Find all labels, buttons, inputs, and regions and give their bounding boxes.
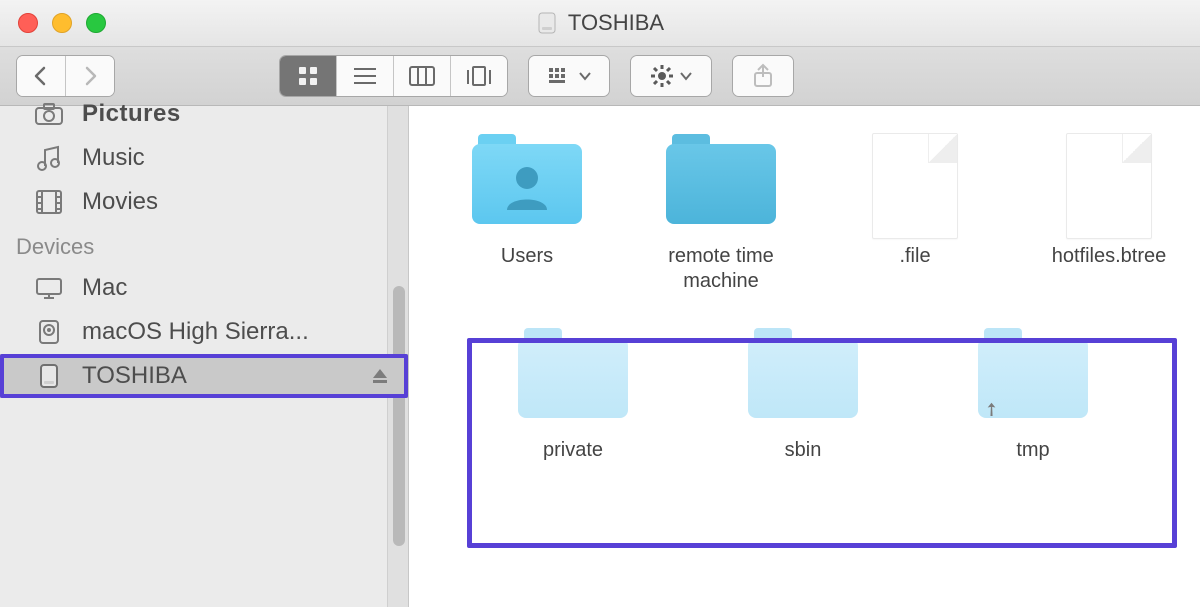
folder-icon: ➚ [973, 332, 1093, 428]
item-label: private [543, 438, 603, 463]
share-group [732, 55, 794, 97]
user-silhouette-icon [499, 160, 555, 216]
item-label: remote time machine [631, 244, 811, 294]
sidebar-item-label: Pictures [82, 100, 394, 128]
window-body: Pictures Music [0, 106, 1200, 607]
sidebar-item-mac[interactable]: Mac [0, 266, 408, 310]
sidebar-item-label: Movies [82, 188, 394, 216]
item-private[interactable]: private [483, 332, 663, 463]
sidebar-item-movies[interactable]: Movies [0, 180, 408, 224]
camera-icon [32, 102, 66, 126]
hdd-icon [32, 318, 66, 346]
file-icon [855, 138, 975, 234]
sidebar-item-label: Mac [82, 274, 394, 302]
content-area[interactable]: Users remote time machine .file [409, 106, 1200, 607]
view-switcher [279, 55, 508, 97]
icon-grid-row2: private sbin ➚ tmp [409, 326, 1200, 463]
sidebar-item-label: TOSHIBA [82, 362, 350, 390]
sidebar-item-label: Music [82, 144, 394, 172]
music-icon [32, 144, 66, 172]
back-button[interactable] [17, 56, 66, 96]
icon-grid-row1: Users remote time machine .file [409, 106, 1200, 326]
item-label: hotfiles.btree [1052, 244, 1167, 269]
item-tmp[interactable]: ➚ tmp [943, 332, 1123, 463]
arrange-group [528, 55, 610, 97]
sidebar: Pictures Music [0, 106, 409, 607]
window-title: TOSHIBA [0, 0, 1200, 46]
folder-icon [467, 138, 587, 234]
nav-buttons [16, 55, 115, 97]
icon-view-button[interactable] [280, 56, 337, 96]
sidebar-item-high-sierra[interactable]: macOS High Sierra... [0, 310, 408, 354]
monitor-icon [32, 276, 66, 300]
sidebar-item-pictures[interactable]: Pictures [0, 92, 408, 136]
item-label: tmp [1016, 438, 1049, 463]
eject-icon[interactable] [366, 366, 394, 386]
item-remote-time-machine[interactable]: remote time machine [631, 138, 811, 294]
item-label: .file [899, 244, 930, 269]
item-dot-file[interactable]: .file [825, 138, 1005, 294]
sidebar-item-music[interactable]: Music [0, 136, 408, 180]
finder-window: TOSHIBA [0, 0, 1200, 607]
share-button[interactable] [733, 56, 793, 96]
column-view-button[interactable] [394, 56, 451, 96]
list-view-button[interactable] [337, 56, 394, 96]
folder-icon [743, 332, 863, 428]
external-drive-icon [32, 362, 66, 390]
sidebar-item-label: macOS High Sierra... [82, 318, 394, 346]
item-label: Users [501, 244, 553, 269]
minimize-window-button[interactable] [52, 13, 72, 33]
item-label: sbin [785, 438, 822, 463]
sidebar-item-toshiba[interactable]: TOSHIBA [0, 354, 408, 398]
window-controls [18, 13, 106, 33]
volume-icon [536, 11, 558, 35]
close-window-button[interactable] [18, 13, 38, 33]
action-button[interactable] [631, 56, 711, 96]
gallery-view-button[interactable] [451, 56, 507, 96]
folder-icon [513, 332, 633, 428]
folder-icon [661, 138, 781, 234]
zoom-window-button[interactable] [86, 13, 106, 33]
forward-button[interactable] [66, 56, 114, 96]
item-sbin[interactable]: sbin [713, 332, 893, 463]
sidebar-section-devices: Devices [0, 224, 408, 266]
film-icon [32, 189, 66, 215]
item-hotfiles-btree[interactable]: hotfiles.btree [1019, 138, 1199, 294]
action-group [630, 55, 712, 97]
file-icon [1049, 138, 1169, 234]
title-bar: TOSHIBA [0, 0, 1200, 47]
arrange-button[interactable] [529, 56, 609, 96]
item-users[interactable]: Users [437, 138, 617, 294]
window-title-text: TOSHIBA [568, 10, 664, 36]
